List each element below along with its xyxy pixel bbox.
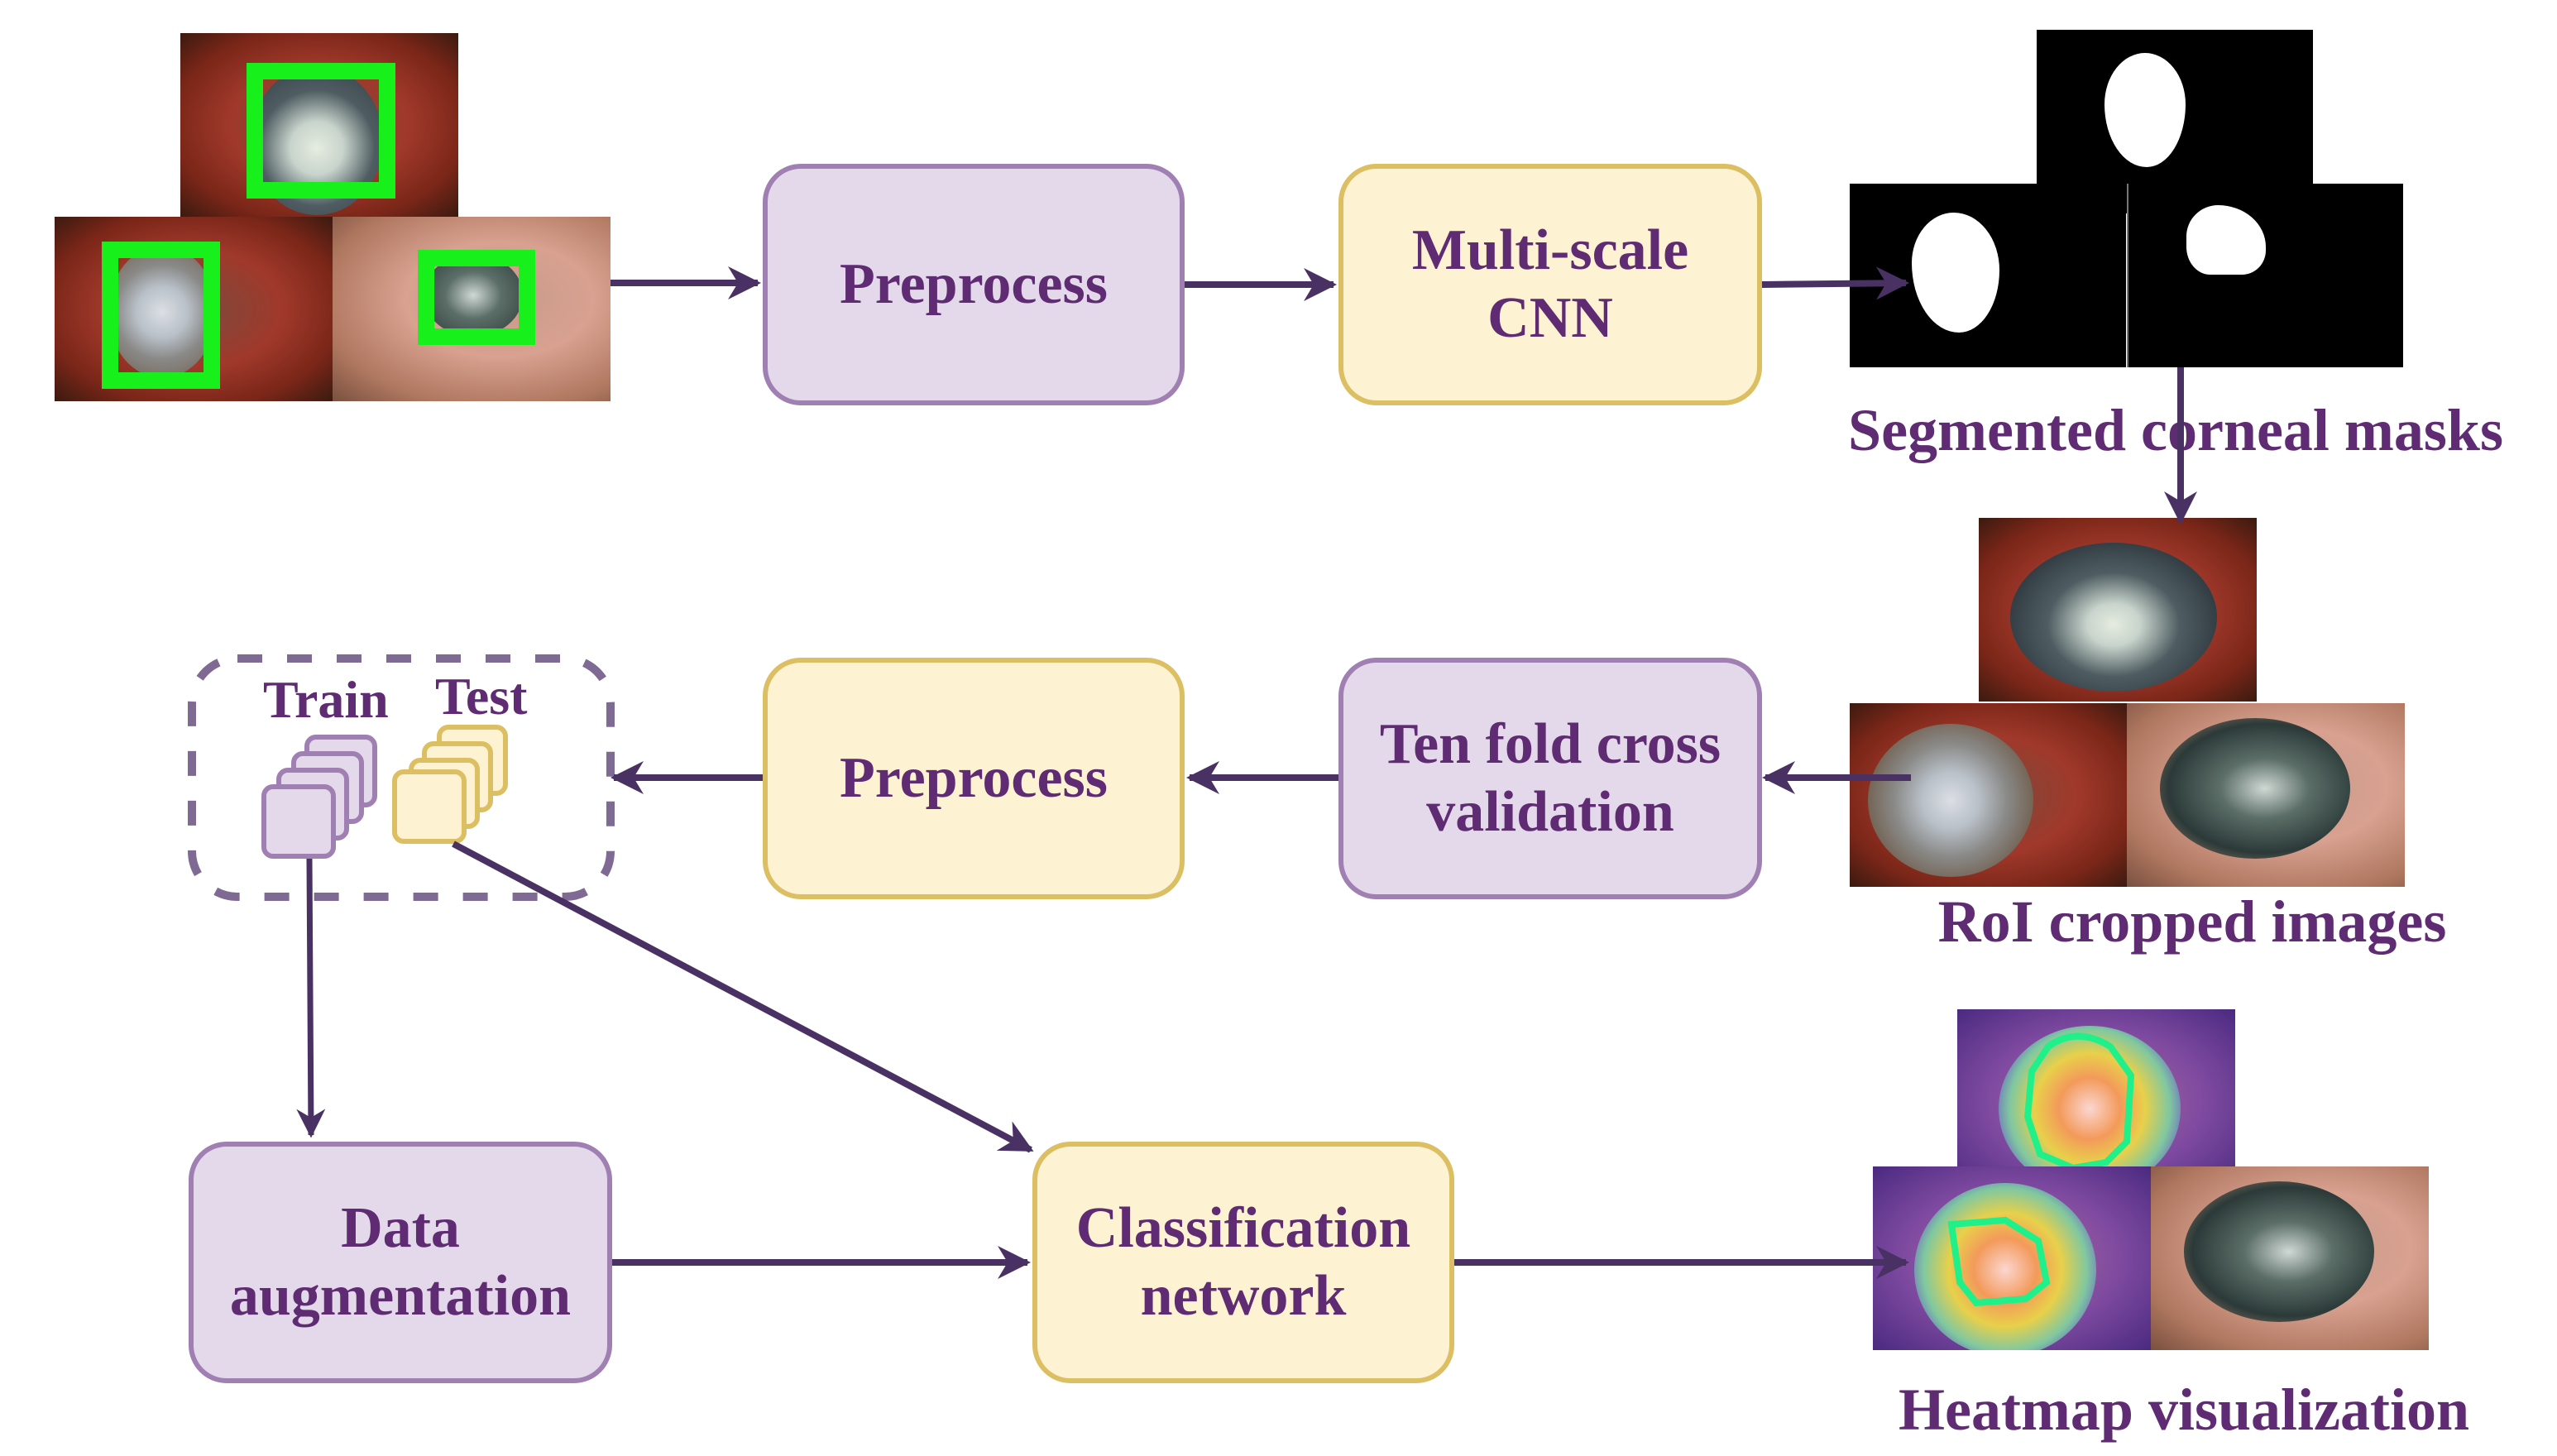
roi-image-3 bbox=[2127, 703, 2405, 887]
input-eye-image-1 bbox=[180, 33, 458, 217]
heatmap-image-2 bbox=[1873, 1166, 2151, 1350]
preprocess-mid-label: Preprocess bbox=[840, 746, 1108, 810]
multiscale-cnn-label-line1: Multi-scale bbox=[1411, 218, 1689, 282]
segmented-masks-caption: Segmented corneal masks bbox=[1848, 397, 2503, 463]
roi-bounding-box bbox=[102, 242, 220, 389]
heatmap-image-3 bbox=[2151, 1166, 2429, 1350]
test-label: Test bbox=[435, 667, 528, 726]
multiscale-cnn-label-line2: CNN bbox=[1487, 286, 1613, 350]
ten-fold-label-line2: validation bbox=[1426, 780, 1674, 844]
data-augmentation-label-line1: Data bbox=[341, 1196, 460, 1260]
heat-contour bbox=[1947, 1216, 2051, 1307]
preprocess-mid-node: Preprocess bbox=[763, 658, 1185, 899]
roi-image-2 bbox=[1850, 703, 2128, 887]
roi-bounding-box bbox=[247, 63, 395, 199]
input-eye-image-3 bbox=[333, 217, 611, 401]
multiscale-cnn-node: Multi-scale CNN bbox=[1338, 164, 1762, 405]
test-stack-card bbox=[392, 769, 467, 844]
ten-fold-cv-node: Ten fold cross validation bbox=[1338, 658, 1762, 899]
heat-contour bbox=[2023, 1032, 2135, 1172]
mask-image-3 bbox=[2127, 184, 2403, 367]
heatmap-caption: Heatmap visualization bbox=[1898, 1377, 2470, 1443]
data-augmentation-node: Data augmentation bbox=[189, 1142, 612, 1383]
classification-label-line2: network bbox=[1140, 1264, 1347, 1328]
train-label: Train bbox=[263, 670, 389, 729]
train-stack-card bbox=[261, 784, 336, 859]
roi-bounding-box bbox=[418, 250, 535, 345]
ten-fold-label-line1: Ten fold cross bbox=[1379, 712, 1721, 776]
data-augmentation-label-line2: augmentation bbox=[229, 1264, 572, 1328]
heatmap-image-1 bbox=[1957, 1009, 2235, 1193]
mask-image-2 bbox=[1850, 184, 2126, 367]
classification-label-line1: Classification bbox=[1075, 1196, 1411, 1260]
arrow-train-to-augmentation bbox=[296, 858, 326, 1138]
input-eye-image-2 bbox=[55, 217, 333, 401]
roi-cropped-caption: RoI cropped images bbox=[1937, 888, 2447, 955]
roi-image-1 bbox=[1979, 518, 2257, 702]
classification-network-node: Classification network bbox=[1032, 1142, 1454, 1383]
preprocess-top-node: Preprocess bbox=[763, 164, 1185, 405]
preprocess-top-label: Preprocess bbox=[840, 252, 1108, 316]
